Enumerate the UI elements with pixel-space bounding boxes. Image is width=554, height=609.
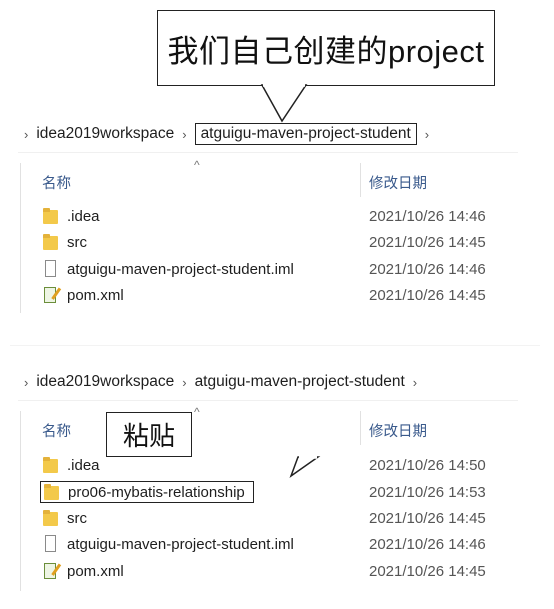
xml-file-icon xyxy=(42,286,60,304)
breadcrumb-item-project[interactable]: atguigu-maven-project-student xyxy=(195,373,405,391)
breadcrumb-divider xyxy=(18,152,518,153)
file-name: atguigu-maven-project-student.iml xyxy=(67,535,294,553)
xml-file-icon xyxy=(42,562,60,580)
file-name: atguigu-maven-project-student.iml xyxy=(67,260,294,278)
column-divider[interactable] xyxy=(360,163,361,197)
nav-pane-edge xyxy=(20,163,21,313)
list-item[interactable]: src 2021/10/26 14:45 xyxy=(42,230,512,254)
list-item[interactable]: src 2021/10/26 14:45 xyxy=(42,506,512,530)
chevron-right-icon[interactable]: › xyxy=(24,127,28,142)
breadcrumb-item-workspace[interactable]: idea2019workspace xyxy=(36,125,174,143)
callout-text-created-project: 我们自己创建的project xyxy=(167,33,485,69)
list-item-pasted[interactable]: pro06-mybatis-relationship 2021/10/26 14… xyxy=(40,480,512,504)
file-name: pom.xml xyxy=(67,286,124,304)
folder-icon xyxy=(42,233,60,251)
breadcrumb-divider xyxy=(18,400,518,401)
chevron-right-icon[interactable]: › xyxy=(24,375,28,390)
modified-date: 2021/10/26 14:45 xyxy=(369,233,486,251)
file-name: pro06-mybatis-relationship xyxy=(68,483,245,501)
column-divider[interactable] xyxy=(360,411,361,445)
file-icon xyxy=(42,260,60,278)
modified-date: 2021/10/26 14:46 xyxy=(369,535,486,553)
folder-icon xyxy=(43,483,61,501)
chevron-right-icon[interactable]: › xyxy=(413,375,417,390)
list-item[interactable]: .idea 2021/10/26 14:46 xyxy=(42,204,512,228)
file-name: src xyxy=(67,509,87,527)
column-header-name[interactable]: 名称 xyxy=(42,420,71,441)
file-name: .idea xyxy=(67,456,100,474)
file-name: .idea xyxy=(67,207,100,225)
chevron-right-icon[interactable]: › xyxy=(182,127,186,142)
modified-date: 2021/10/26 14:45 xyxy=(369,562,486,580)
modified-date: 2021/10/26 14:46 xyxy=(369,260,486,278)
column-header-date[interactable]: 修改日期 xyxy=(369,172,427,193)
modified-date: 2021/10/26 14:46 xyxy=(369,207,486,225)
column-header-name[interactable]: 名称 xyxy=(42,172,71,193)
list-item[interactable]: atguigu-maven-project-student.iml 2021/1… xyxy=(42,532,512,556)
modified-date: 2021/10/26 14:50 xyxy=(369,456,486,474)
list-item[interactable]: pom.xml 2021/10/26 14:45 xyxy=(42,283,512,307)
file-name: pom.xml xyxy=(67,562,124,580)
folder-icon xyxy=(42,509,60,527)
list-item[interactable]: pom.xml 2021/10/26 14:45 xyxy=(42,559,512,583)
chevron-right-icon[interactable]: › xyxy=(425,127,429,142)
list-item[interactable]: atguigu-maven-project-student.iml 2021/1… xyxy=(42,257,512,281)
modified-date: 2021/10/26 14:53 xyxy=(369,483,486,501)
panel-separator xyxy=(10,345,540,346)
modified-date: 2021/10/26 14:45 xyxy=(369,509,486,527)
folder-icon xyxy=(42,456,60,474)
file-icon xyxy=(42,535,60,553)
breadcrumb-item-workspace[interactable]: idea2019workspace xyxy=(36,373,174,391)
folder-icon xyxy=(42,207,60,225)
chevron-right-icon[interactable]: › xyxy=(182,375,186,390)
file-name: src xyxy=(67,233,87,251)
callout-text-paste: 粘贴 xyxy=(122,421,175,451)
nav-pane-edge xyxy=(20,411,21,591)
breadcrumb-item-project[interactable]: atguigu-maven-project-student xyxy=(194,123,417,145)
column-header-date[interactable]: 修改日期 xyxy=(369,420,427,441)
breadcrumb-panel2: › idea2019workspace › atguigu-maven-proj… xyxy=(24,373,425,391)
sort-ascending-icon: ^ xyxy=(194,405,200,419)
modified-date: 2021/10/26 14:45 xyxy=(369,286,486,304)
sort-ascending-icon: ^ xyxy=(194,158,200,172)
breadcrumb-panel1: › idea2019workspace › atguigu-maven-proj… xyxy=(24,123,437,145)
